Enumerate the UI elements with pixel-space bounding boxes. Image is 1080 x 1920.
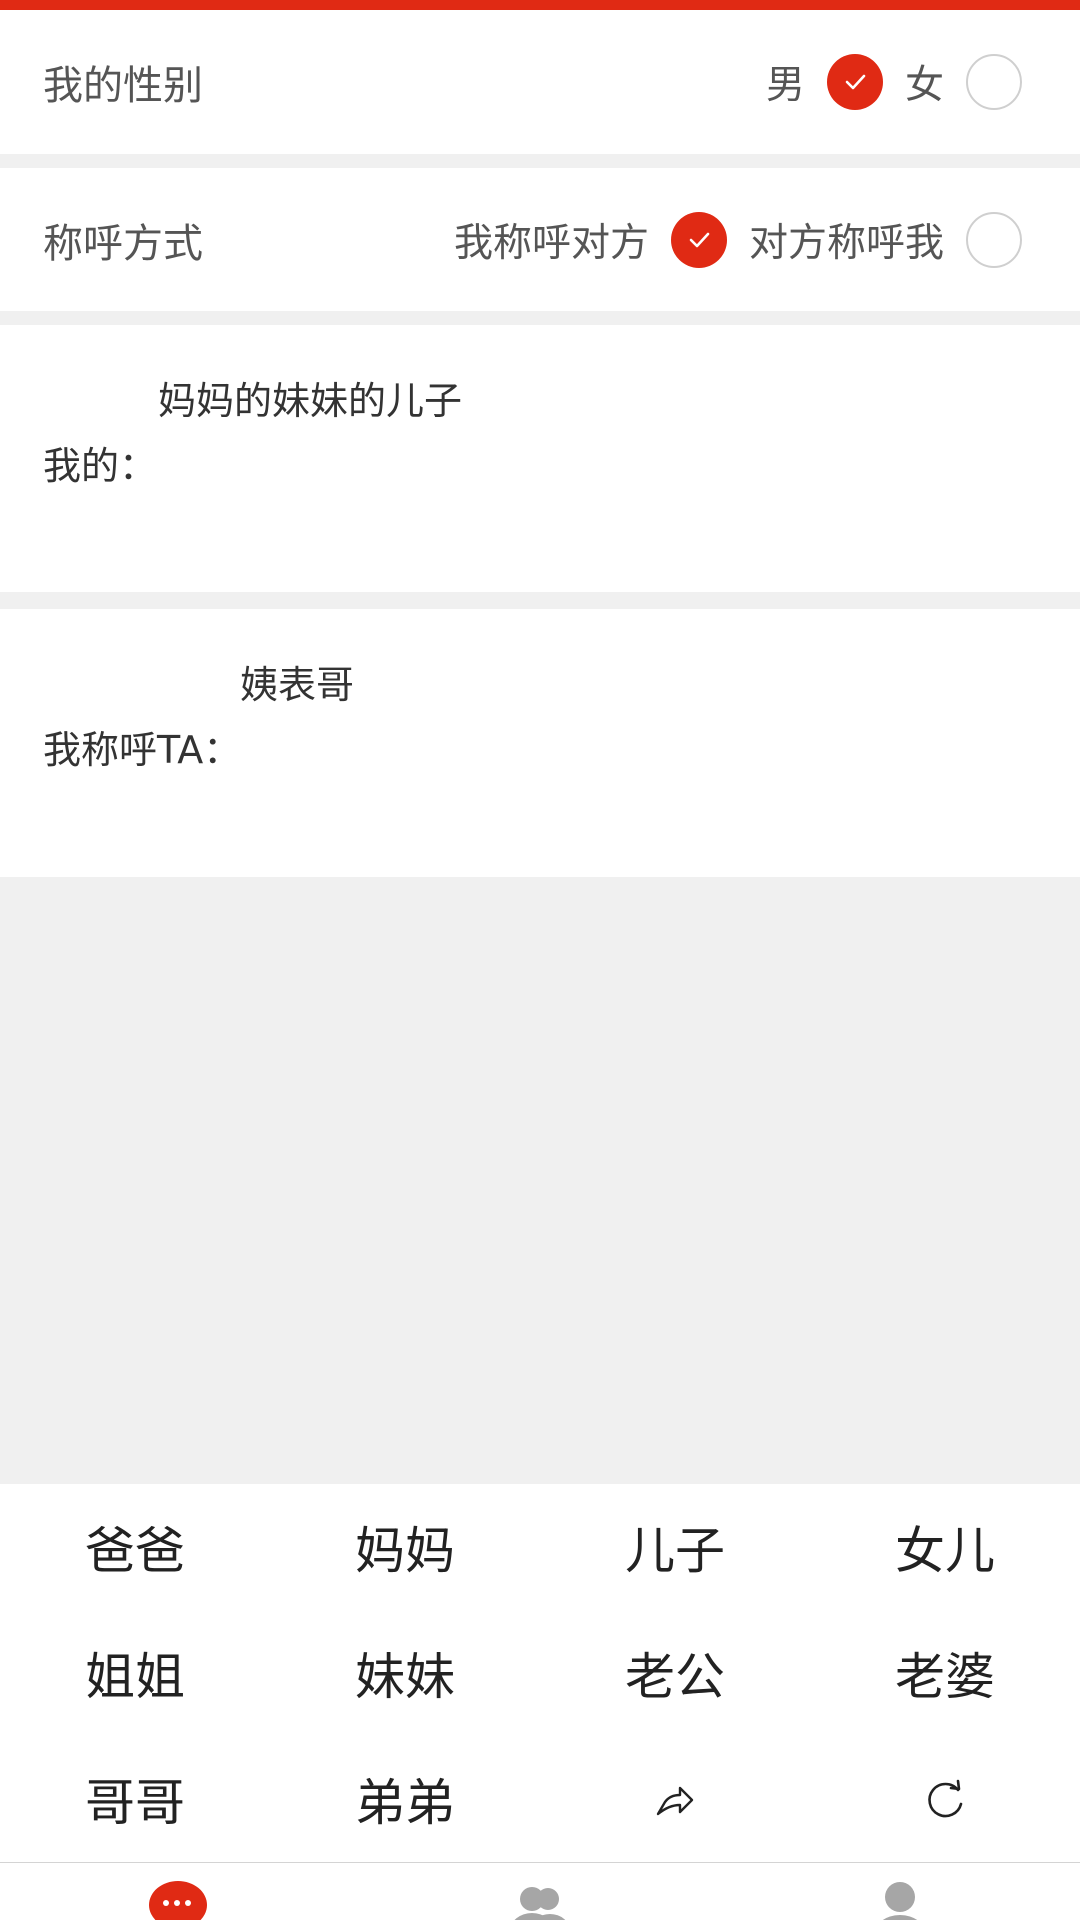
check-icon <box>845 74 866 90</box>
key-older-sister[interactable]: 姐姐 <box>0 1610 270 1736</box>
chat-bubble-icon <box>149 1881 207 1920</box>
gender-row: 我的性别 男 女 <box>0 10 1080 154</box>
i-call-them-label[interactable]: 我称呼对方 <box>454 212 649 268</box>
key-younger-sister[interactable]: 妹妹 <box>270 1610 540 1736</box>
refresh-icon <box>928 1779 963 1818</box>
gender-male-label[interactable]: 男 <box>766 54 805 110</box>
tab-group[interactable] <box>360 1863 720 1920</box>
key-older-brother[interactable]: 哥哥 <box>0 1736 270 1862</box>
check-icon <box>689 232 710 247</box>
result-value: 姨表哥 <box>240 663 355 707</box>
key-dad[interactable]: 爸爸 <box>0 1484 270 1610</box>
i-call-them-radio[interactable] <box>670 211 727 268</box>
back-button[interactable] <box>540 1736 810 1862</box>
reset-button[interactable] <box>810 1736 1080 1862</box>
key-wife[interactable]: 老婆 <box>810 1610 1080 1736</box>
gender-female-radio[interactable] <box>966 54 1022 110</box>
key-son[interactable]: 儿子 <box>540 1484 810 1610</box>
they-call-me-label[interactable]: 对方称呼我 <box>749 212 944 268</box>
result-panel: 姨表哥 我称呼TA： <box>0 609 1080 877</box>
gender-female-label[interactable]: 女 <box>905 54 944 110</box>
key-younger-brother[interactable]: 弟弟 <box>270 1736 540 1862</box>
key-mom[interactable]: 妈妈 <box>270 1484 540 1610</box>
gender-label: 我的性别 <box>43 63 203 109</box>
bottom-tab-bar <box>0 1863 1080 1920</box>
key-husband[interactable]: 老公 <box>540 1610 810 1736</box>
gender-male-radio[interactable] <box>826 54 883 110</box>
they-call-me-radio[interactable] <box>966 211 1022 268</box>
group-icon <box>514 1887 566 1920</box>
back-arrow-icon <box>656 1786 694 1816</box>
top-accent-bar <box>0 0 1080 10</box>
tab-chat[interactable] <box>0 1863 360 1920</box>
relation-panel: 妈妈的妹妹的儿子 我的： <box>0 325 1080 592</box>
relation-keypad: 爸爸 妈妈 儿子 女儿 姐姐 妹妹 老公 老婆 哥哥 弟弟 <box>0 1484 1080 1863</box>
address-mode-label: 称呼方式 <box>43 220 203 267</box>
address-mode-row: 称呼方式 我称呼对方 对方称呼我 <box>0 168 1080 311</box>
result-label: 我称呼TA： <box>43 728 242 772</box>
tab-profile[interactable] <box>720 1863 1080 1920</box>
relation-expression: 妈妈的妹妹的儿子 <box>158 379 463 423</box>
person-icon <box>882 1882 918 1920</box>
key-daughter[interactable]: 女儿 <box>810 1484 1080 1610</box>
address-mode-options: 我称呼对方 对方称呼我 <box>454 211 1022 268</box>
relation-label: 我的： <box>43 444 158 488</box>
gender-options: 男 女 <box>766 54 1022 110</box>
